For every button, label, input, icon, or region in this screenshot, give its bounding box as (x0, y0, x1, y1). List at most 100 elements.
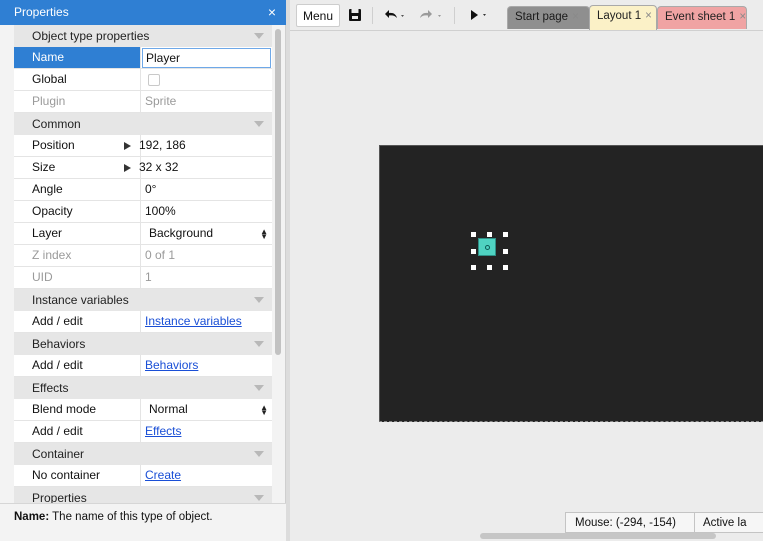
property-grid: Object type properties Name Global Plugi… (14, 25, 272, 503)
property-label: Global (14, 69, 141, 90)
mouse-coordinates: Mouse: (-294, -154) (565, 512, 695, 533)
collapse-triangle-icon[interactable] (254, 341, 264, 347)
tab-layout-1[interactable]: Layout 1 × (589, 5, 657, 30)
property-description: Name: The name of this type of object. (0, 503, 286, 541)
property-row-plugin: Plugin Sprite (14, 91, 272, 113)
expand-arrow-icon[interactable] (124, 163, 131, 172)
collapse-triangle-icon[interactable] (254, 297, 264, 303)
create-container-link[interactable]: Create (145, 468, 181, 482)
property-row-container: No container Create (14, 465, 272, 487)
tab-label: Event sheet 1 (665, 11, 736, 23)
property-value: Sprite (145, 94, 177, 108)
property-row-blend-mode[interactable]: Blend mode Normal ▲ ▼ (14, 399, 272, 421)
redo-icon[interactable] (414, 4, 448, 27)
close-tab-icon[interactable]: × (572, 11, 579, 23)
close-tab-icon[interactable]: × (645, 10, 652, 22)
section-common[interactable]: Common (14, 113, 272, 135)
collapse-triangle-icon[interactable] (254, 33, 264, 39)
tab-start-page[interactable]: Start page × (507, 6, 590, 29)
menu-button[interactable]: Menu (296, 4, 340, 27)
section-label: Common (32, 117, 81, 131)
property-row-layer[interactable]: Layer Background ▲ ▼ (14, 223, 272, 245)
tab-event-sheet-1[interactable]: Event sheet 1 × (657, 6, 747, 29)
horizontal-scrollbar[interactable] (480, 533, 716, 539)
property-label: Z index (14, 245, 141, 266)
behaviors-link[interactable]: Behaviors (145, 358, 198, 372)
layer-selected-value: Background (149, 226, 214, 240)
section-label: Behaviors (32, 337, 86, 351)
undo-icon[interactable] (380, 4, 408, 27)
property-row-angle[interactable]: Angle 0° (14, 179, 272, 201)
opacity-value[interactable]: 100% (142, 201, 272, 222)
play-icon[interactable] (464, 4, 494, 27)
save-icon[interactable] (344, 4, 366, 27)
property-label: Name (14, 47, 141, 68)
properties-panel: Properties × Object type properties Name… (0, 0, 286, 541)
effects-link[interactable]: Effects (145, 424, 181, 438)
name-field[interactable] (142, 48, 271, 68)
collapse-triangle-icon[interactable] (254, 451, 264, 457)
tab-label: Layout 1 (597, 10, 642, 22)
property-label: Size (14, 157, 141, 178)
section-label: Container (32, 447, 85, 461)
tab-label: Start page (515, 11, 569, 23)
blend-mode-selected-value: Normal (149, 402, 188, 416)
size-value[interactable]: 32 x 32 (139, 160, 178, 174)
origin-point-icon (485, 245, 490, 250)
select-arrows-icon: ▲ ▼ (260, 402, 268, 417)
resize-handle[interactable] (471, 232, 476, 237)
resize-handle[interactable] (503, 265, 508, 270)
resize-handle[interactable] (503, 232, 508, 237)
collapse-triangle-icon[interactable] (254, 385, 264, 391)
property-label: Layer (14, 223, 141, 244)
property-value: 0 of 1 (145, 248, 176, 262)
property-label: Position (14, 135, 141, 156)
property-row-instance-variables: Add / edit Instance variables (14, 311, 272, 333)
property-row-global: Global (14, 69, 272, 91)
properties-scrollbar[interactable] (275, 29, 281, 355)
layout-view[interactable] (290, 31, 763, 511)
resize-handle[interactable] (471, 265, 476, 270)
global-checkbox[interactable] (148, 74, 160, 86)
section-container[interactable]: Container (14, 443, 272, 465)
resize-handle[interactable] (503, 249, 508, 254)
layout-area[interactable] (379, 145, 763, 422)
blend-mode-select[interactable]: Normal ▲ ▼ (142, 399, 272, 420)
property-label: Angle (14, 179, 141, 200)
property-label: Add / edit (14, 355, 141, 376)
section-effects[interactable]: Effects (14, 377, 272, 399)
property-row-uid: UID 1 (14, 267, 272, 289)
collapse-triangle-icon[interactable] (254, 121, 264, 127)
section-instance-variables[interactable]: Instance variables (14, 289, 272, 311)
resize-handle[interactable] (487, 232, 492, 237)
section-label: Properties (32, 491, 87, 503)
section-label: Object type properties (32, 29, 150, 43)
property-label: No container (14, 465, 141, 486)
section-label: Effects (32, 381, 69, 395)
property-row-z-index: Z index 0 of 1 (14, 245, 272, 267)
section-object-type[interactable]: Object type properties (14, 25, 272, 47)
description-label: Name: (14, 511, 50, 523)
player-sprite[interactable] (478, 238, 496, 256)
property-label: Add / edit (14, 311, 141, 332)
close-icon[interactable]: × (265, 0, 279, 25)
expand-arrow-icon[interactable] (124, 141, 131, 150)
property-row-opacity[interactable]: Opacity 100% (14, 201, 272, 223)
section-behaviors[interactable]: Behaviors (14, 333, 272, 355)
properties-title: Properties (0, 0, 286, 25)
close-tab-icon[interactable]: × (739, 11, 746, 23)
collapse-triangle-icon[interactable] (254, 495, 264, 501)
angle-value[interactable]: 0° (142, 179, 272, 200)
property-row-effects: Add / edit Effects (14, 421, 272, 443)
section-label: Instance variables (32, 293, 129, 307)
instance-variables-link[interactable]: Instance variables (145, 314, 242, 328)
property-row-size[interactable]: Size 32 x 32 (14, 157, 272, 179)
position-value[interactable]: 192, 186 (139, 138, 186, 152)
section-properties[interactable]: Properties (14, 487, 272, 503)
layer-select[interactable]: Background ▲ ▼ (142, 223, 272, 244)
property-row-position[interactable]: Position 192, 186 (14, 135, 272, 157)
resize-handle[interactable] (471, 249, 476, 254)
status-bar: Mouse: (-294, -154) Active la (290, 511, 763, 541)
property-row-name[interactable]: Name (14, 47, 272, 69)
resize-handle[interactable] (487, 265, 492, 270)
